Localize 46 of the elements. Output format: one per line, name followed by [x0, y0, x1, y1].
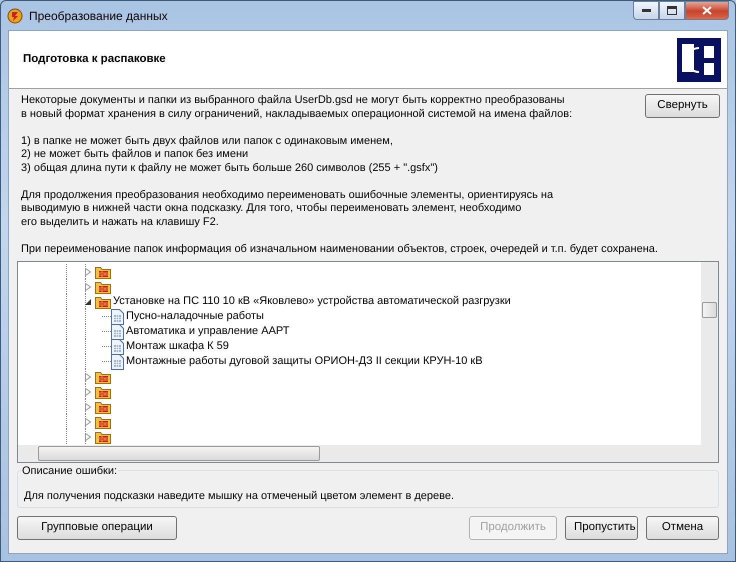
document-icon: [111, 308, 124, 324]
info-paragraph: При переименование папок информация об изначальном наименовании объектов, строек, очередей и т.п. будет сохранена.: [21, 242, 658, 256]
expand-arrow-icon[interactable]: [84, 418, 92, 426]
group-operations-button[interactable]: Групповые операции: [17, 516, 177, 540]
tree-item-label[interactable]: Установке на ПС 110 10 кВ «Яковлево» устройства автоматической разгрузки: [111, 293, 513, 310]
info-paragraph: Некоторые документы и папки из выбранного файла UserDb.gsd не могут быть корректно преобразованы в новый формат хранения в силу ограничений, накладываемых операционной системой на имена файлов:: [21, 94, 572, 121]
expand-arrow-icon[interactable]: [84, 388, 92, 396]
expand-arrow-icon[interactable]: [84, 402, 92, 410]
close-button[interactable]: [685, 1, 729, 20]
expand-arrow-icon[interactable]: [84, 282, 92, 290]
folder-icon: [95, 414, 111, 428]
expand-arrow-icon[interactable]: [84, 432, 92, 440]
expand-arrow-icon[interactable]: [84, 268, 92, 276]
folder-icon: [95, 370, 111, 384]
document-icon: [111, 338, 124, 354]
cancel-button[interactable]: Отмена: [646, 516, 719, 540]
tree-item-label[interactable]: Монтажные работы дуговой защиты ОРИОН-ДЗ II секции КРУН-10 кВ: [124, 353, 485, 370]
tree-item-label[interactable]: Монтаж шкафа К 59: [124, 338, 231, 355]
minimize-icon: [642, 9, 650, 12]
maximize-button[interactable]: [659, 1, 685, 20]
folder-icon: [95, 400, 111, 414]
tree-item-label[interactable]: Автоматика и управление ААРТ: [124, 323, 292, 340]
data-conversion-icon: [677, 38, 721, 82]
minimize-button[interactable]: [633, 1, 659, 20]
collapse-button[interactable]: Свернуть: [645, 94, 720, 118]
tree-item-label[interactable]: Пусно-наладочные работы: [124, 308, 266, 325]
vertical-scrollbar[interactable]: [701, 262, 718, 445]
collapse-arrow-icon[interactable]: [84, 298, 92, 306]
document-icon: [111, 354, 124, 370]
horizontal-scrollbar[interactable]: [18, 445, 701, 462]
folder-icon: [95, 384, 111, 398]
skip-button[interactable]: Пропустить: [565, 516, 638, 540]
app-icon: [7, 8, 23, 24]
window-title: Преобразование данных: [29, 8, 168, 24]
close-icon: [702, 6, 712, 15]
document-icon: [111, 324, 124, 340]
info-paragraph: Для продолжения преобразования необходимо переименовать ошибочные элементы, ориентируясь на выводимую в нижней части окна подсказку. Для того, чтобы переименовать элемент, необходимо его выделить и нажать на клавишу F2.: [21, 188, 554, 229]
maximize-icon: [667, 6, 677, 15]
folder-icon: [95, 280, 111, 294]
hint-text: Для получения подсказки наведите мышку на отмеченый цветом элемент в дереве.: [24, 490, 454, 502]
info-paragraph: 1) в папке не может быть двух файлов или папок с одинаковым именем, 2) не может быть файлов и папок без имени 3) общая длина пути к файлу не может быть больше 260 символов (255 + ".gsfx"): [21, 134, 438, 175]
folder-icon: [95, 294, 111, 308]
folder-icon: [95, 264, 111, 278]
folder-icon: [95, 430, 111, 444]
page-heading: Подготовка к распаковке: [23, 52, 166, 67]
expand-arrow-icon[interactable]: [84, 372, 92, 380]
